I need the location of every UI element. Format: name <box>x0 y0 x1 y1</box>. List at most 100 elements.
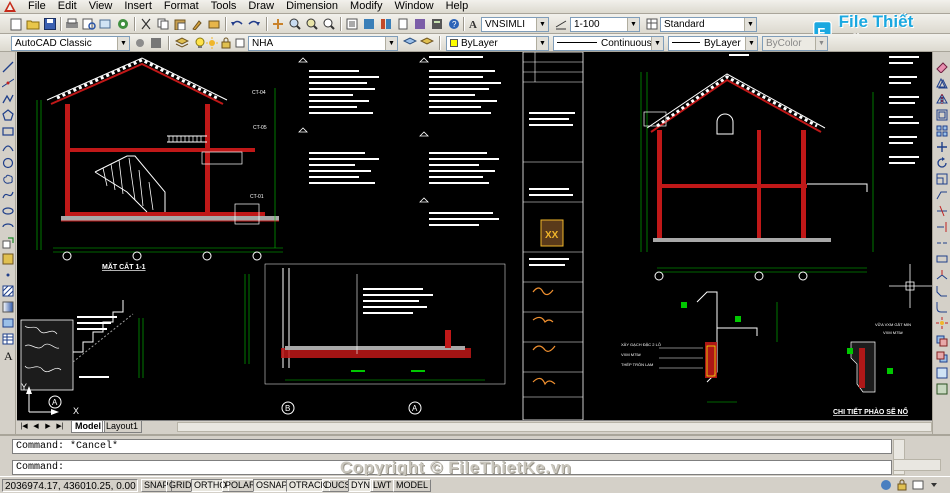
design-center-palette-icon[interactable] <box>361 16 377 32</box>
design-center-icon[interactable] <box>115 16 131 32</box>
copy-object-icon[interactable] <box>935 76 949 90</box>
construction-line-icon[interactable] <box>1 76 15 90</box>
text-above-icon[interactable] <box>935 382 949 396</box>
sheet-set-icon[interactable] <box>395 16 411 32</box>
redo-icon[interactable] <box>246 16 262 32</box>
fillet-icon[interactable] <box>935 300 949 314</box>
command-horizontal-scrollbar[interactable] <box>893 459 941 471</box>
menu-format[interactable]: Format <box>158 0 205 13</box>
menu-draw[interactable]: Draw <box>242 0 280 13</box>
pan-icon[interactable] <box>270 16 286 32</box>
zoom-window-icon[interactable] <box>304 16 320 32</box>
drawing-horizontal-scrollbar[interactable] <box>177 422 932 432</box>
circle-icon[interactable] <box>1 156 15 170</box>
menu-window[interactable]: Window <box>388 0 439 13</box>
extend-icon[interactable] <box>935 220 949 234</box>
chamfer-icon[interactable] <box>935 284 949 298</box>
zoom-realtime-icon[interactable] <box>287 16 303 32</box>
menu-modify[interactable]: Modify <box>344 0 388 13</box>
point-icon[interactable] <box>1 268 15 282</box>
last-tab-icon[interactable]: ▶| <box>55 422 65 432</box>
open-folder-icon[interactable] <box>25 16 41 32</box>
help-icon[interactable]: ? <box>446 16 462 32</box>
layer-color-swatch-icon[interactable] <box>232 35 248 51</box>
layer-previous-icon[interactable] <box>419 35 435 51</box>
copy-icon[interactable] <box>155 16 171 32</box>
ellipse-icon[interactable] <box>1 204 15 218</box>
rectangle-icon[interactable] <box>1 124 15 138</box>
cut-icon[interactable] <box>138 16 154 32</box>
calculator-icon[interactable] <box>429 16 445 32</box>
layer-manager-icon[interactable] <box>174 35 190 51</box>
mirror-icon[interactable] <box>935 92 949 106</box>
bring-to-front-icon[interactable] <box>935 350 949 364</box>
stretch-icon[interactable] <box>935 188 949 202</box>
workspace-save-icon[interactable] <box>148 35 164 51</box>
cursor-coordinates[interactable]: 2036974.17, 436010.25, 0.00 <box>2 479 138 492</box>
dim-style-icon[interactable] <box>553 16 569 32</box>
array-icon[interactable] <box>935 124 949 138</box>
undo-icon[interactable] <box>229 16 245 32</box>
lwt-toggle[interactable]: LWT <box>370 479 395 492</box>
trim-icon[interactable] <box>935 204 949 218</box>
table-style-icon[interactable] <box>644 16 660 32</box>
block-editor-icon[interactable] <box>206 16 222 32</box>
spline-icon[interactable] <box>1 188 15 202</box>
markup-icon[interactable] <box>412 16 428 32</box>
make-object-layer-current-icon[interactable] <box>402 35 418 51</box>
dim-style-select[interactable]: Standard ▼ <box>660 17 757 32</box>
save-icon[interactable] <box>42 16 58 32</box>
multiline-text-icon[interactable]: A <box>1 348 15 362</box>
model-toggle[interactable]: MODEL <box>393 479 432 492</box>
menu-tools[interactable]: Tools <box>205 0 243 13</box>
match-properties-icon[interactable] <box>189 16 205 32</box>
insert-block-icon[interactable] <box>1 236 15 250</box>
menu-dimension[interactable]: Dimension <box>280 0 344 13</box>
next-tab-icon[interactable]: ▶ <box>43 422 53 432</box>
tool-palettes-icon[interactable] <box>378 16 394 32</box>
make-block-icon[interactable] <box>1 252 15 266</box>
lineweight-select[interactable]: ByLayer ▼ <box>668 36 758 51</box>
menu-insert[interactable]: Insert <box>118 0 158 13</box>
plot-preview-icon[interactable] <box>81 16 97 32</box>
erase-icon[interactable] <box>935 60 949 74</box>
rotate-icon[interactable] <box>935 156 949 170</box>
join-icon[interactable] <box>935 268 949 282</box>
dim-scale-select[interactable]: 1-100 ▼ <box>570 17 640 32</box>
hatch-icon[interactable] <box>1 284 15 298</box>
print-icon[interactable] <box>64 16 80 32</box>
tab-layout1[interactable]: Layout1 <box>102 421 143 433</box>
menu-file[interactable]: File <box>22 0 52 13</box>
workspace-select[interactable]: AutoCAD Classic ▼ <box>11 36 130 51</box>
menu-edit[interactable]: Edit <box>52 0 83 13</box>
previous-tab-icon[interactable]: ◀ <box>31 422 41 432</box>
properties-icon[interactable] <box>344 16 360 32</box>
draw-order-icon[interactable] <box>935 334 949 348</box>
status-menu-chevron-icon[interactable] <box>928 479 940 491</box>
zoom-previous-icon[interactable] <box>321 16 337 32</box>
offset-icon[interactable] <box>935 108 949 122</box>
text-style-icon[interactable]: A <box>466 16 482 32</box>
text-style-select[interactable]: VNSIMLI ▼ <box>481 17 549 32</box>
tab-model[interactable]: Model <box>71 421 105 433</box>
line-icon[interactable] <box>1 60 15 74</box>
drawing-canvas[interactable]: CT-04 CT-05 CT-01 MẶT CẮT 1-1 XX X Y A B… <box>17 52 932 420</box>
polygon-icon[interactable] <box>1 108 15 122</box>
gradient-icon[interactable] <box>1 300 15 314</box>
break-icon[interactable] <box>935 252 949 266</box>
publish-icon[interactable] <box>98 16 114 32</box>
table-icon[interactable] <box>1 332 15 346</box>
communication-center-icon[interactable] <box>880 479 892 491</box>
workspace-settings-icon[interactable] <box>132 35 148 51</box>
menu-view[interactable]: View <box>83 0 119 13</box>
scale-icon[interactable] <box>935 172 949 186</box>
break-at-point-icon[interactable] <box>935 236 949 250</box>
linetype-select[interactable]: Continuous ▼ <box>553 36 664 51</box>
paste-icon[interactable] <box>172 16 188 32</box>
osnap-toggle[interactable]: OSNAP <box>253 479 291 492</box>
polyline-icon[interactable] <box>1 92 15 106</box>
ellipse-arc-icon[interactable] <box>1 220 15 234</box>
first-tab-icon[interactable]: |◀ <box>19 422 29 432</box>
region-icon[interactable] <box>1 316 15 330</box>
lock-toolbar-icon[interactable] <box>896 479 908 491</box>
